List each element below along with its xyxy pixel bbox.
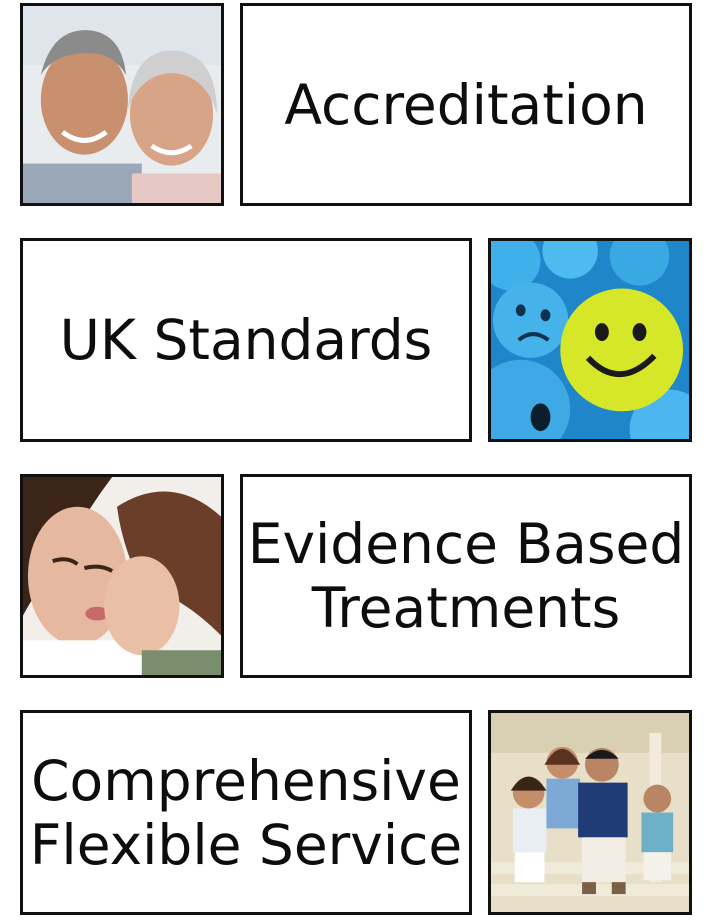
accreditation-label: Accreditation [284, 72, 648, 137]
evidence-based-treatments-card: Evidence Based Treatments [240, 474, 692, 678]
family-on-steps-photo [488, 710, 692, 915]
smiley-faces-photo [488, 238, 692, 442]
uk-standards-card: UK Standards [20, 238, 472, 442]
comprehensive-flexible-service-label: Comprehensive Flexible Service [29, 748, 463, 877]
uk-standards-label: UK Standards [59, 308, 433, 372]
accreditation-card: Accreditation [240, 3, 692, 206]
elderly-couple-photo [20, 3, 224, 206]
evidence-based-treatments-label: Evidence Based Treatments [247, 512, 685, 640]
comprehensive-flexible-service-card: Comprehensive Flexible Service [20, 710, 472, 915]
mother-child-kiss-photo [20, 474, 224, 678]
